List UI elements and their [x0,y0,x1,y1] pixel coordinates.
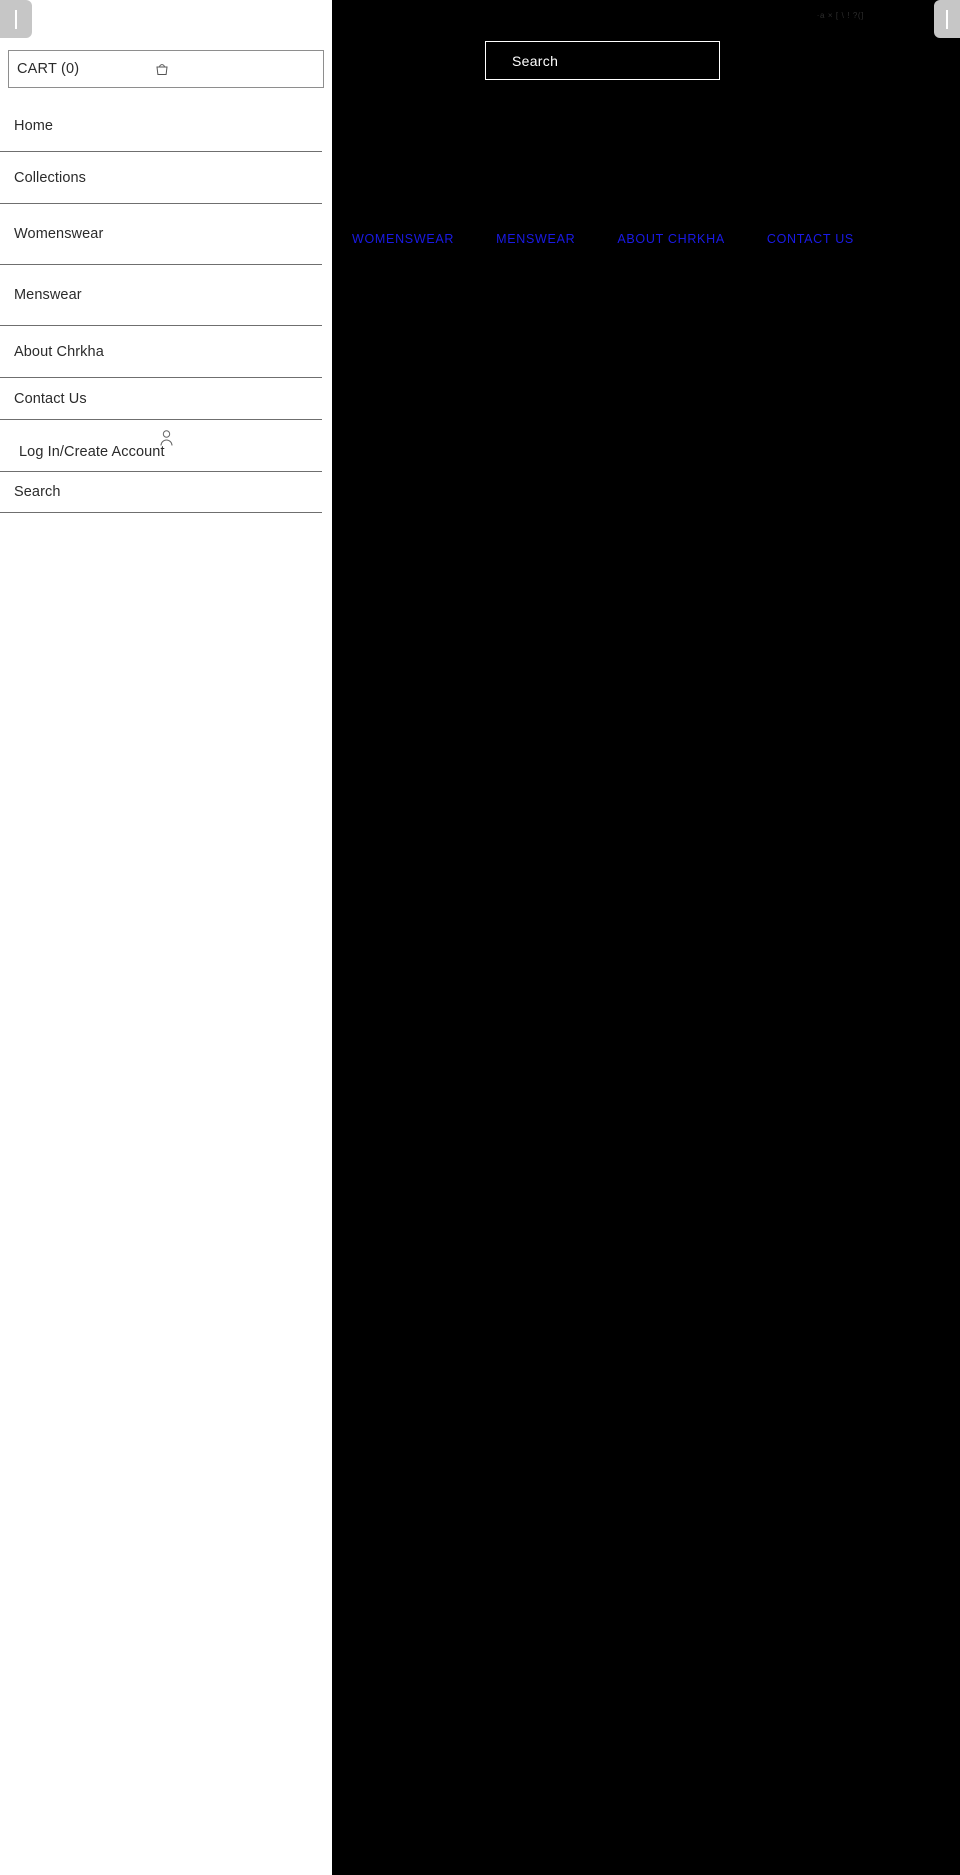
sidebar-item-contact-us[interactable]: Contact Us [0,378,322,420]
sidebar-item-login-create-account[interactable]: Log In/Create Account [0,420,322,472]
sidebar-search-label: Search [14,484,61,500]
sidebar-item-label: About Chrkha [14,343,104,360]
sidebar-item-womenswear[interactable]: Womenswear [0,204,322,265]
sidebar-item-label: Home [14,117,54,134]
nav-link-contact-us[interactable]: CONTACT US [767,232,854,246]
status-text: ·a × [ \ ! ?(] [816,11,864,20]
drag-handle-bar-icon [946,9,948,29]
search-input[interactable]: Search [485,41,720,80]
sidebar-item-label: Womenswear [14,226,104,242]
content-nav-links: WOMENSWEAR MENSWEAR ABOUT CHRKHA CONTACT… [352,232,854,246]
content-drag-handle[interactable] [934,0,960,38]
sidebar-item-label: Collections [14,169,87,186]
cart-label: CART (0) [17,61,80,77]
sidebar-nav-list: Home Collections Womenswear Menswear Abo… [0,100,322,513]
shopping-bag-icon [155,63,169,76]
sidebar-item-menswear[interactable]: Menswear [0,265,322,326]
sidebar-panel: CART (0) Home Collections Womenswear Men… [0,0,332,1875]
content-panel: ·a × [ \ ! ?(] Search WOMENSWEAR MENSWEA… [332,0,960,1875]
nav-link-womenswear[interactable]: WOMENSWEAR [352,232,454,246]
nav-link-about-chrkha[interactable]: ABOUT CHRKHA [617,232,725,246]
sidebar-account-label: Log In/Create Account [19,443,165,460]
person-icon [160,430,173,446]
sidebar-item-search[interactable]: Search [0,472,322,513]
sidebar-item-home[interactable]: Home [0,100,322,152]
drag-handle-bar-icon [15,9,17,29]
sidebar-item-about-chrkha[interactable]: About Chrkha [0,326,322,378]
sidebar-item-label: Contact Us [14,390,87,407]
page-root: CART (0) Home Collections Womenswear Men… [0,0,960,1875]
sidebar-item-label: Menswear [14,287,82,303]
sidebar-item-collections[interactable]: Collections [0,152,322,204]
sidebar-drag-handle[interactable] [0,0,32,38]
cart-button[interactable]: CART (0) [8,50,324,88]
nav-link-menswear[interactable]: MENSWEAR [496,232,575,246]
search-input-value: Search [512,52,559,69]
